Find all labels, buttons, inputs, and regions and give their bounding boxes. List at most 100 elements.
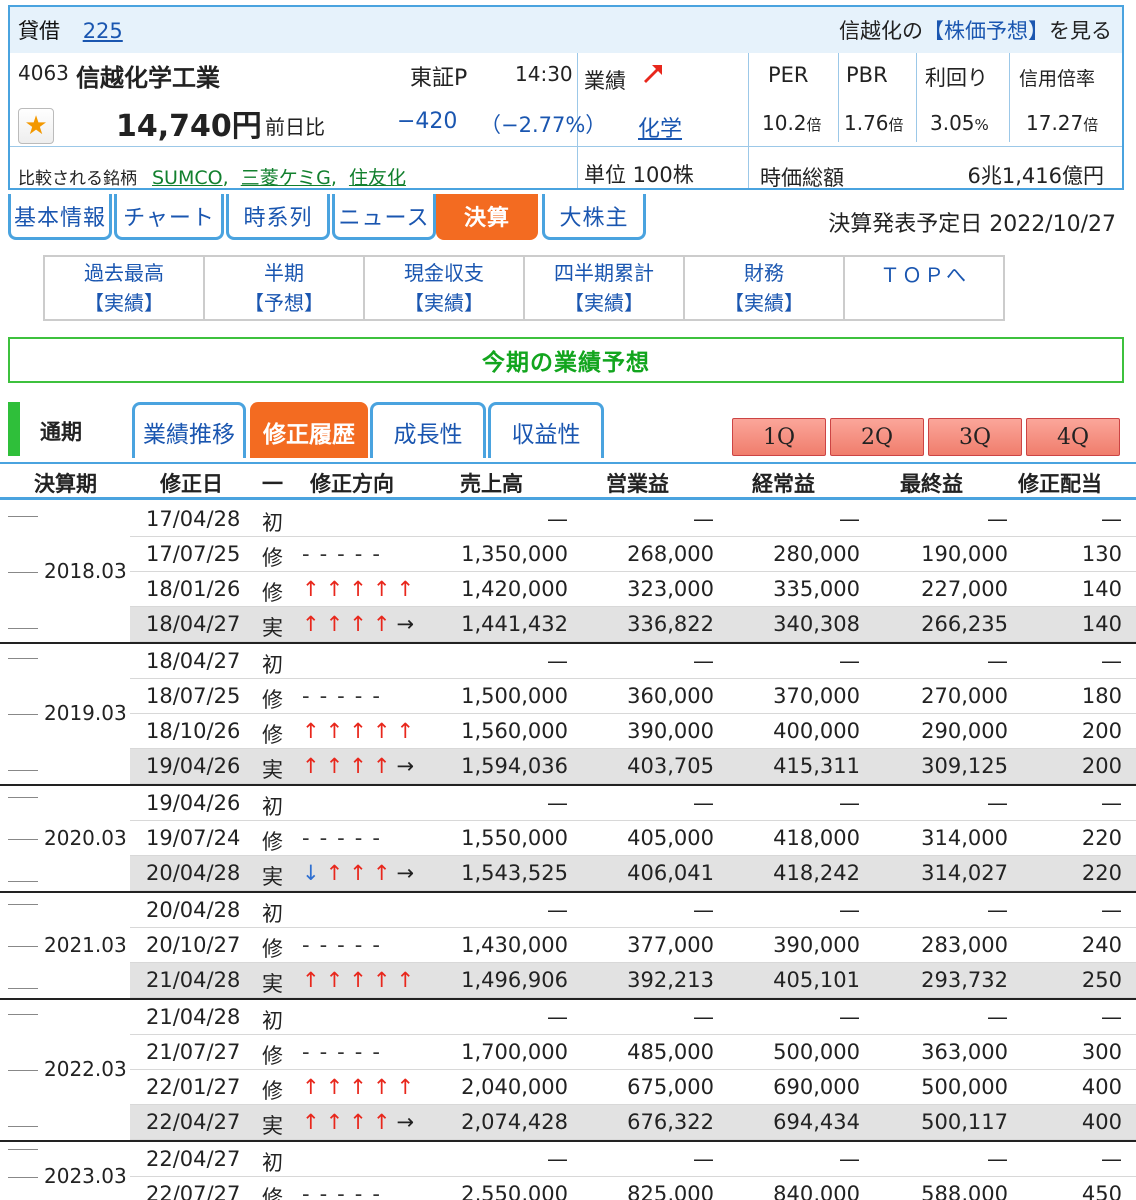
dividend-value: 250: [1081, 968, 1122, 992]
revision-direction: -----: [302, 933, 390, 957]
ordinary-profit-value: 400,000: [773, 719, 860, 743]
ordinary-profit-value: —: [839, 898, 860, 922]
tab-performance-trend[interactable]: 業績推移: [132, 402, 246, 458]
dividend-value: 200: [1081, 754, 1122, 778]
table-row: 20/04/28 実 1,543,525 406,041 418,242 314,027 2…: [130, 856, 1136, 891]
operating-profit-value: 675,000: [627, 1075, 714, 1099]
tab-revision-history[interactable]: 修正履歴: [250, 402, 368, 458]
ordinary-profit-value: 280,000: [773, 542, 860, 566]
stock-forecast-link[interactable]: 【株価予想】: [923, 19, 1049, 43]
operating-profit-value: 405,000: [627, 826, 714, 850]
net-profit-value: 227,000: [921, 577, 1008, 601]
header-operating-profit: 営業益: [606, 472, 669, 496]
stock-header: 貸借 225 信越化の【株価予想】を見る 4063 信越化学工業 東証P 14:…: [8, 5, 1124, 190]
tab-chart[interactable]: チャート: [114, 194, 224, 240]
ordinary-profit-value: 840,000: [773, 1182, 860, 1200]
ordinary-profit-value: 690,000: [773, 1075, 860, 1099]
metric-yield-value: 3.05: [930, 111, 975, 135]
dividend-value: —: [1101, 649, 1122, 673]
fiscal-period: 2023.03: [44, 1164, 127, 1188]
subnav-cash-flow[interactable]: 現金収支 【実績】: [365, 257, 525, 319]
revision-date: 21/04/28: [146, 1005, 241, 1029]
table-row: 21/04/28 実 1,496,906 392,213 405,101 293,732 2…: [130, 963, 1136, 998]
fiscal-group: 2022.03 21/04/28 初 — — — — — 21/07/27 修 1,700,000 4…: [0, 1000, 1136, 1142]
sales-value: 1,594,036: [461, 754, 568, 778]
table-row: 19/07/24 修 1,550,000 405,000 418,000 314,000 2…: [130, 821, 1136, 856]
revision-table-body: 2018.03 17/04/28 初 — — — — — 17/07/25 修 1,350,000 2…: [0, 502, 1136, 1200]
ordinary-profit-value: —: [839, 649, 860, 673]
quote-time: 14:30: [515, 62, 573, 86]
price-change: −420: [397, 109, 458, 134]
ordinary-profit-value: 335,000: [773, 577, 860, 601]
net-profit-value: —: [987, 1147, 1008, 1171]
table-row: 18/07/25 修 1,500,000 360,000 370,000 270,000 1…: [130, 679, 1136, 714]
tab-basic-info[interactable]: 基本情報: [8, 194, 112, 240]
header-top-bar: 貸借 225 信越化の【株価予想】を見る: [10, 7, 1122, 53]
subnav-quarterly-cumulative[interactable]: 四半期累計 【実績】: [525, 257, 685, 319]
net-profit-value: 500,117: [921, 1110, 1008, 1134]
industry-link[interactable]: 化学: [638, 111, 682, 143]
table-row: 18/04/27 初 — — — — —: [130, 644, 1136, 679]
ordinary-profit-value: —: [839, 791, 860, 815]
net-profit-value: 363,000: [921, 1040, 1008, 1064]
fiscal-period: 2018.03: [44, 559, 127, 583]
tab-major-shareholders[interactable]: 大株主: [542, 194, 646, 240]
revision-direction: -----: [302, 1182, 390, 1200]
revision-date: 18/04/27: [146, 649, 241, 673]
subnav-half-year[interactable]: 半期 【予想】: [205, 257, 365, 319]
revision-type: 修: [262, 1044, 283, 1068]
revision-type: 初: [262, 1009, 283, 1033]
table-row: 18/04/27 実 1,441,432 336,822 340,308 266,235 1…: [130, 607, 1136, 642]
metric-per-value: 10.2: [762, 111, 807, 135]
revision-direction: ↑↑↑↑→: [302, 1110, 421, 1134]
dividend-value: 140: [1081, 577, 1122, 601]
subnav-record-high[interactable]: 過去最高 【実績】: [45, 257, 205, 319]
quarter-button-3q[interactable]: 3Q: [928, 418, 1022, 456]
dividend-value: 200: [1081, 719, 1122, 743]
quarter-button-1q[interactable]: 1Q: [732, 418, 826, 456]
market-label: 東証P: [410, 66, 468, 91]
revision-type: 初: [262, 511, 283, 535]
market-cap-label: 時価総額: [760, 166, 844, 190]
header-net-profit: 最終益: [900, 472, 963, 496]
sales-value: —: [547, 791, 568, 815]
tab-timeseries[interactable]: 時系列: [226, 194, 330, 240]
revision-direction: -----: [302, 1040, 390, 1064]
metric-margin-ratio-value: 17.27: [1026, 111, 1084, 135]
quarter-button-4q[interactable]: 4Q: [1026, 418, 1120, 456]
revision-date: 19/04/26: [146, 791, 241, 815]
operating-profit-value: —: [693, 791, 714, 815]
revision-type: 実: [262, 616, 283, 640]
peer-link-sumco[interactable]: SUMCO: [152, 167, 223, 189]
tab-profitability[interactable]: 収益性: [488, 402, 604, 458]
price-change-pct: （−2.77%）: [480, 113, 607, 137]
operating-profit-value: 406,041: [627, 861, 714, 885]
dividend-value: 300: [1081, 1040, 1122, 1064]
net-profit-value: —: [987, 649, 1008, 673]
peer-link-mitsubishi-chem[interactable]: 三菱ケミG: [241, 167, 331, 189]
subnav-top-link[interactable]: ＴＯＰへ: [845, 257, 1003, 319]
subnav-financials[interactable]: 財務 【実績】: [685, 257, 845, 319]
revision-type: 初: [262, 902, 283, 926]
operating-profit-value: —: [693, 649, 714, 673]
peer-link-sumitomo-chem[interactable]: 住友化: [349, 167, 406, 189]
revision-type: 修: [262, 546, 283, 570]
dividend-value: 130: [1081, 542, 1122, 566]
quarter-button-2q[interactable]: 2Q: [830, 418, 924, 456]
fiscal-group: 2019.03 18/04/27 初 — — — — — 18/07/25 修 1,500,000 3…: [0, 644, 1136, 786]
operating-profit-value: 336,822: [627, 612, 714, 636]
nikkei225-link[interactable]: 225: [83, 19, 123, 43]
dividend-value: 240: [1081, 933, 1122, 957]
metric-per-label: PER: [768, 63, 809, 87]
tab-news[interactable]: ニュース: [332, 194, 436, 240]
tab-growth[interactable]: 成長性: [370, 402, 486, 458]
table-row: 19/04/26 実 1,594,036 403,705 415,311 309,125 2…: [130, 749, 1136, 784]
favorite-star-icon[interactable]: ★: [18, 108, 54, 144]
revision-date: 18/01/26: [146, 577, 241, 601]
revision-date: 20/04/28: [146, 861, 241, 885]
tab-earnings[interactable]: 決算: [436, 194, 538, 240]
table-row: 22/04/27 初 — — — — —: [130, 1142, 1136, 1177]
net-profit-value: —: [987, 791, 1008, 815]
ordinary-profit-value: 694,434: [773, 1110, 860, 1134]
revision-date: 21/07/27: [146, 1040, 241, 1064]
